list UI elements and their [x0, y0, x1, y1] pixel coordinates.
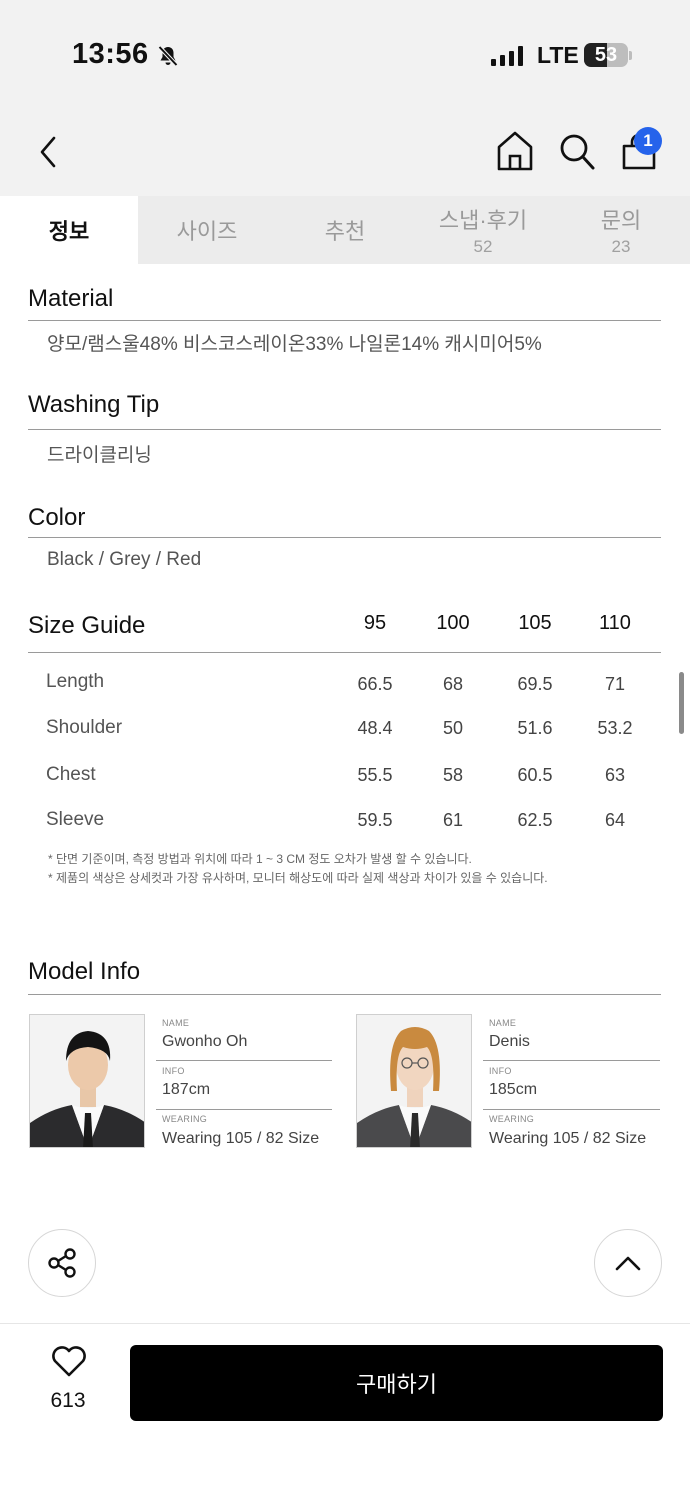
size-header: 110 — [599, 612, 631, 634]
model-portrait-icon — [30, 1015, 144, 1147]
buy-button-label: 구매하기 — [356, 1372, 437, 1397]
color-text: Black / Grey / Red — [47, 549, 202, 570]
scrollbar[interactable] — [679, 672, 684, 734]
tab-recommend[interactable]: 추천 — [276, 196, 414, 264]
size-cell: 58 — [442, 765, 464, 785]
battery-level: 53 — [594, 44, 618, 66]
cart-count-badge: 1 — [634, 127, 662, 155]
size-cell: 63 — [604, 765, 626, 785]
size-cell: 68 — [442, 674, 464, 694]
like-count: 613 — [50, 1389, 86, 1412]
tab-label: 사이즈 — [176, 219, 238, 244]
share-icon — [48, 1248, 76, 1278]
heart-icon — [52, 1346, 86, 1377]
size-cell: 69.5 — [517, 674, 553, 694]
size-header: 95 — [363, 612, 387, 634]
model-portrait-icon — [357, 1015, 471, 1147]
battery-nub — [629, 51, 632, 60]
model-divider — [156, 1109, 332, 1110]
model-divider — [156, 1060, 332, 1061]
tab-info[interactable]: 정보 — [0, 196, 138, 264]
network-type: LTE — [537, 42, 579, 68]
material-text: 양모/램스울48% 비스코스레이온33% 나일론14% 캐시미어5% — [47, 334, 542, 355]
color-title: Color — [28, 504, 86, 531]
home-icon[interactable] — [496, 130, 534, 172]
model-wearing-caption: WEARING — [162, 1114, 208, 1124]
model-info-divider — [28, 994, 661, 995]
washing-text: 드라이클리닝 — [47, 445, 152, 466]
size-row-label: Sleeve — [46, 809, 105, 830]
cell-signal-icon — [491, 46, 523, 66]
tab-label: 스냅·후기 — [438, 208, 528, 233]
model-name: Denis — [489, 1033, 530, 1050]
share-button[interactable] — [28, 1229, 96, 1297]
size-guide-divider — [28, 652, 661, 653]
size-header: 105 — [518, 612, 552, 634]
size-note: * 단면 기준이며, 측정 방법과 위치에 따라 1 ~ 3 CM 정도 오차가… — [48, 852, 472, 866]
size-cell: 59.5 — [357, 810, 393, 830]
model-wearing-caption: WEARING — [489, 1114, 535, 1124]
scroll-top-button[interactable] — [594, 1229, 662, 1297]
washing-divider — [28, 429, 661, 430]
size-cell: 71 — [604, 674, 626, 694]
model-info-title: Model Info — [28, 958, 141, 985]
size-guide-title: Size Guide — [28, 612, 146, 639]
tab-label: 문의 — [600, 208, 642, 233]
color-divider — [28, 537, 661, 538]
battery-icon: 53 — [584, 43, 628, 67]
product-tabs: 정보 사이즈 추천 스냅·후기 52 문의 23 — [0, 196, 690, 264]
model-photo — [356, 1014, 472, 1148]
size-row-label: Shoulder — [46, 717, 123, 738]
silent-bell-icon — [158, 45, 178, 67]
model-info-caption: INFO — [489, 1066, 512, 1076]
model-wearing: Wearing 105 / 82 Size — [489, 1130, 647, 1147]
bottom-bar-divider — [0, 1323, 690, 1324]
back-arrow-icon[interactable] — [36, 134, 64, 170]
chevron-up-icon — [615, 1256, 641, 1271]
status-time: 13:56 — [72, 38, 149, 70]
size-cell: 64 — [604, 810, 626, 830]
size-note: * 제품의 색상은 상세컷과 가장 유사하며, 모니터 해상도에 따라 실제 색… — [48, 871, 548, 885]
tab-count: 52 — [473, 237, 493, 256]
material-title: Material — [28, 285, 114, 312]
model-info-caption: INFO — [162, 1066, 185, 1076]
tab-label: 추천 — [324, 219, 366, 244]
size-row-label: Chest — [46, 764, 96, 785]
model-divider — [483, 1109, 660, 1110]
tab-label: 정보 — [48, 219, 90, 244]
size-cell: 55.5 — [357, 765, 393, 785]
model-height: 185cm — [489, 1081, 538, 1098]
size-cell: 62.5 — [517, 810, 553, 830]
size-cell: 61 — [442, 810, 464, 830]
model-name: Gwonho Oh — [162, 1033, 248, 1050]
tab-count: 23 — [611, 237, 631, 256]
model-name-caption: NAME — [489, 1018, 517, 1028]
size-cell: 50 — [442, 718, 464, 738]
size-cell: 53.2 — [597, 718, 633, 738]
size-cell: 48.4 — [357, 718, 393, 738]
buy-button[interactable]: 구매하기 — [130, 1345, 663, 1421]
size-cell: 51.6 — [517, 718, 553, 738]
size-cell: 60.5 — [517, 765, 553, 785]
model-photo — [29, 1014, 145, 1148]
size-row-label: Length — [46, 671, 105, 692]
model-wearing: Wearing 105 / 82 Size — [162, 1130, 320, 1147]
model-divider — [483, 1060, 660, 1061]
washing-title: Washing Tip — [28, 391, 160, 418]
tab-size[interactable]: 사이즈 — [138, 196, 276, 264]
tab-snap-review[interactable]: 스냅·후기 52 — [414, 196, 552, 264]
size-header: 100 — [436, 612, 470, 634]
material-divider — [28, 320, 661, 321]
model-height: 187cm — [162, 1081, 211, 1098]
search-icon[interactable] — [558, 132, 596, 172]
size-cell: 66.5 — [357, 674, 393, 694]
model-name-caption: NAME — [162, 1018, 190, 1028]
tab-inquiry[interactable]: 문의 23 — [552, 196, 690, 264]
